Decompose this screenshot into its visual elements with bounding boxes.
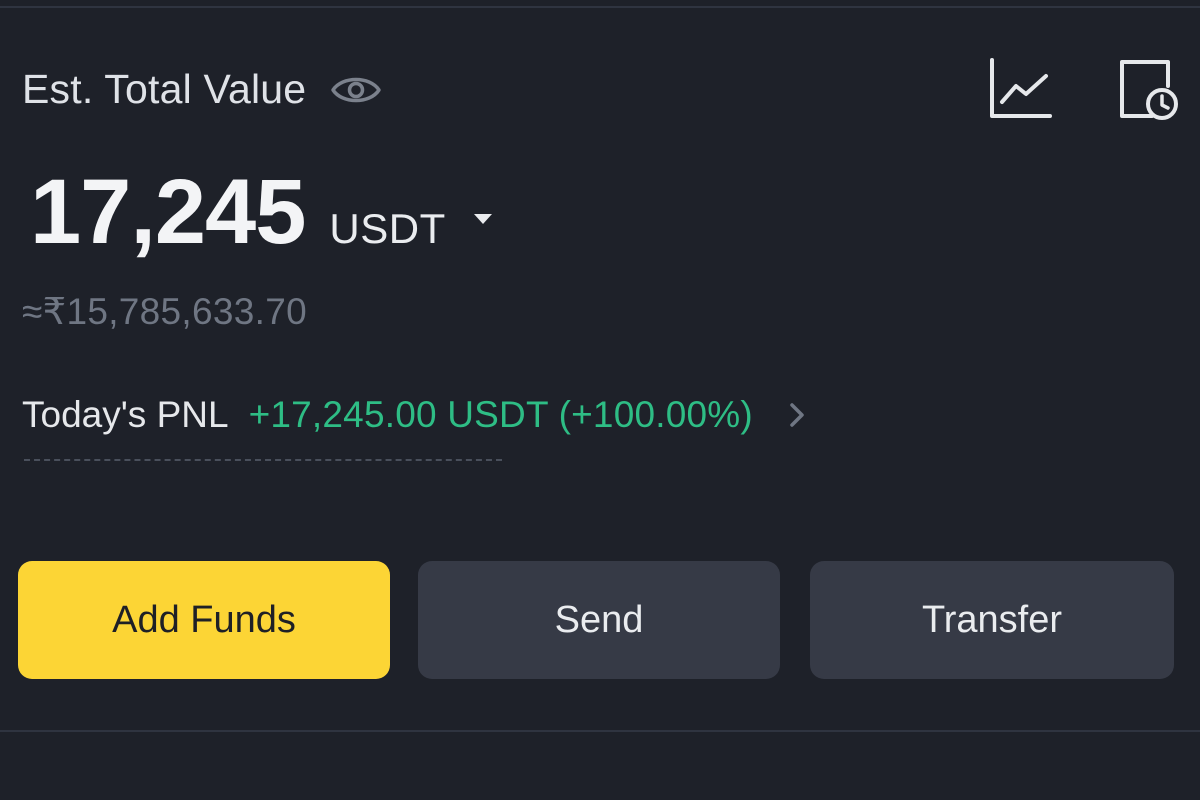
top-divider — [0, 6, 1200, 8]
balance-amount: 17,245 — [30, 161, 306, 263]
pnl-value: +17,245.00 USDT (+100.00%) — [248, 394, 753, 435]
todays-pnl-row[interactable]: Today's PNL +17,245.00 USDT (+100.00%) — [22, 394, 807, 436]
eye-icon[interactable] — [330, 72, 382, 108]
pnl-label: Today's PNL — [22, 394, 229, 435]
fiat-equivalent-value: ≈₹15,785,633.70 — [22, 291, 307, 332]
balance-row: 17,245 USDT — [30, 160, 494, 265]
add-funds-button[interactable]: Add Funds — [18, 561, 390, 679]
transfer-button[interactable]: Transfer — [810, 561, 1174, 679]
chevron-right-icon — [787, 400, 807, 430]
currency-selector[interactable]: USDT — [329, 205, 493, 253]
total-value-header: Est. Total Value — [22, 66, 382, 113]
pnl-dashed-underline — [24, 459, 502, 461]
caret-down-icon — [472, 212, 494, 226]
send-button[interactable]: Send — [418, 561, 780, 679]
currency-label: USDT — [329, 205, 446, 252]
total-value-title: Est. Total Value — [22, 66, 307, 112]
bottom-divider — [0, 730, 1200, 732]
line-chart-icon[interactable] — [986, 56, 1054, 122]
history-icon[interactable] — [1116, 56, 1182, 124]
